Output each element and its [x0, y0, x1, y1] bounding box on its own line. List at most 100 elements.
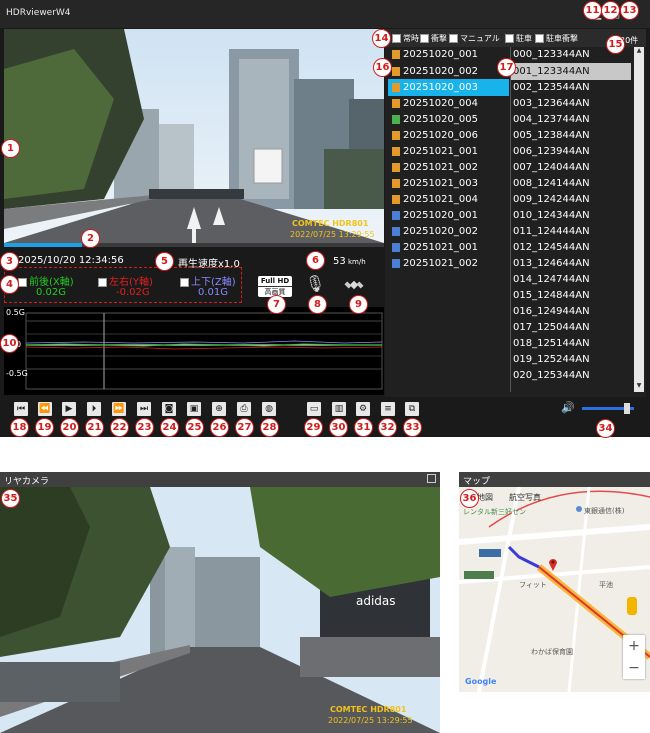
file-item-label: 20251021_003 — [403, 178, 478, 189]
clip-item[interactable]: 003_123644AN — [511, 95, 631, 112]
clip-item[interactable]: 008_124144AN — [511, 175, 631, 192]
callout-18: 18 — [10, 418, 29, 437]
callout-29: 29 — [304, 418, 323, 437]
zoom-in-button[interactable]: + — [623, 635, 645, 657]
map-view[interactable]: 地図 航空写真 レンタル新三好セン 東銀通信(株) フィット 平池 わかば保育園… — [459, 487, 650, 692]
clip-item-selected[interactable]: 001_123344AN — [511, 63, 631, 80]
rear-camera-titlebar: リヤカメラ — [0, 472, 440, 487]
filter-normal[interactable]: 常時 — [392, 33, 419, 44]
filter-manual[interactable]: マニュアル — [449, 33, 500, 44]
clip-item[interactable]: 002_123544AN — [511, 79, 631, 96]
file-item-label: 20251020_001 — [403, 49, 478, 60]
checkbox-icon[interactable] — [449, 34, 458, 43]
filter-parking[interactable]: 駐車 — [505, 33, 532, 44]
zoom-out-button[interactable]: − — [623, 657, 645, 679]
checkbox-icon[interactable] — [180, 277, 189, 287]
expand-icon[interactable] — [427, 474, 436, 483]
microphone-icon[interactable]: 🎙 — [304, 274, 326, 296]
scroll-down-icon[interactable]: ▼ — [634, 382, 644, 392]
volume-icon[interactable]: 🔊 — [561, 401, 577, 415]
print-icon[interactable]: ⎙ — [237, 402, 251, 416]
callout-21: 21 — [85, 418, 104, 437]
file-item[interactable]: 20251021_003 — [388, 175, 509, 192]
rear-camera-video[interactable]: adidas COMTEC HDR801 2022/07/25 13:29:55 — [0, 487, 440, 733]
file-list-scrollbar[interactable]: ▲ ▼ — [634, 47, 644, 392]
csv-export-icon[interactable]: ≡ — [381, 402, 395, 416]
gsensor-graph[interactable]: 0.5G 0 -0.5G — [4, 307, 384, 395]
clip-item[interactable]: 014_124744AN — [511, 271, 631, 288]
clip-item[interactable]: 018_125144AN — [511, 335, 631, 352]
checkbox-icon[interactable] — [18, 277, 27, 287]
clip-item[interactable]: 015_124844AN — [511, 287, 631, 304]
clip-item[interactable]: 016_124944AN — [511, 303, 631, 320]
file-icon — [392, 130, 400, 140]
window-mode-icon[interactable]: ⧉ — [405, 402, 419, 416]
gsensor-y[interactable]: 左右(Y軸) — [98, 273, 153, 288]
globe-icon[interactable]: ◍ — [262, 402, 276, 416]
settings-icon[interactable]: ⚙ — [356, 402, 370, 416]
map-zoom-controls: + − — [623, 635, 645, 679]
snapshot-icon[interactable]: ◙ — [162, 402, 176, 416]
file-item[interactable]: 20251020_001 — [388, 207, 509, 224]
file-item[interactable]: 20251020_001 — [388, 46, 509, 63]
callout-28: 28 — [260, 418, 279, 437]
callout-14: 14 — [372, 29, 391, 48]
clip-item[interactable]: 009_124244AN — [511, 191, 631, 208]
file-item-selected[interactable]: 20251020_003 — [388, 79, 509, 96]
map-tab-satellite[interactable]: 航空写真 — [509, 492, 541, 503]
clip-item[interactable]: 010_124344AN — [511, 207, 631, 224]
play-icon[interactable]: ▶ — [62, 402, 76, 416]
scroll-up-icon[interactable]: ▲ — [634, 47, 644, 57]
rewind-icon[interactable]: ⏪ — [38, 402, 52, 416]
skip-start-icon[interactable]: ⏮ — [14, 402, 28, 416]
gsensor-x[interactable]: 前後(X軸) — [18, 273, 74, 288]
clip-item[interactable]: 020_125344AN — [511, 367, 631, 384]
zoom-icon[interactable]: ⊕ — [212, 402, 226, 416]
delete-icon[interactable]: ▥ — [332, 402, 346, 416]
clip-item[interactable]: 012_124544AN — [511, 239, 631, 256]
clip-item[interactable]: 019_125244AN — [511, 351, 631, 368]
file-item[interactable]: 20251021_004 — [388, 191, 509, 208]
map-tab-map[interactable]: 地図 — [477, 492, 493, 503]
clip-item[interactable]: 006_123944AN — [511, 143, 631, 160]
gsensor-z[interactable]: 上下(Z軸) — [180, 273, 236, 288]
gsensor-y-value: -0.02G — [116, 287, 150, 298]
file-item[interactable]: 20251021_002 — [388, 255, 509, 272]
callout-11: 11 — [583, 1, 602, 20]
checkbox-icon[interactable] — [392, 34, 401, 43]
skip-end-icon[interactable]: ⏭ — [137, 402, 151, 416]
fast-forward-icon[interactable]: ⏩ — [112, 402, 126, 416]
file-item[interactable]: 20251020_006 — [388, 127, 509, 144]
clip-item[interactable]: 017_125044AN — [511, 319, 631, 336]
folder-icon[interactable]: ▭ — [307, 402, 321, 416]
clip-item[interactable]: 005_123844AN — [511, 127, 631, 144]
clip-item[interactable]: 004_123744AN — [511, 111, 631, 128]
volume-slider-handle[interactable] — [624, 403, 630, 414]
file-icon — [392, 194, 400, 204]
checkbox-icon[interactable] — [98, 277, 107, 287]
frame-step-icon[interactable]: ⏵ — [87, 402, 101, 416]
file-item[interactable]: 20251020_002 — [388, 63, 509, 80]
street-view-icon[interactable] — [627, 597, 637, 615]
video-export-icon[interactable]: ▣ — [187, 402, 201, 416]
file-item[interactable]: 20251021_002 — [388, 159, 509, 176]
file-item[interactable]: 20251021_001 — [388, 239, 509, 256]
filter-impact[interactable]: 衝撃 — [420, 33, 447, 44]
gsensor-z-value: 0.01G — [198, 287, 229, 298]
filter-parking-impact[interactable]: 駐車衝撃 — [535, 33, 578, 44]
clip-item[interactable]: 011_124444AN — [511, 223, 631, 240]
callout-16: 16 — [373, 58, 392, 77]
file-item[interactable]: 20251020_002 — [388, 223, 509, 240]
file-item[interactable]: 20251021_001 — [388, 143, 509, 160]
checkbox-icon[interactable] — [535, 34, 544, 43]
full-hd-label: Full HD — [260, 277, 290, 285]
file-item[interactable]: 20251020_005 — [388, 111, 509, 128]
filter-manual-label: マニュアル — [460, 34, 500, 43]
clip-item[interactable]: 007_124044AN — [511, 159, 631, 176]
google-logo: Google — [465, 677, 497, 686]
checkbox-icon[interactable] — [505, 34, 514, 43]
clip-item[interactable]: 013_124644AN — [511, 255, 631, 272]
front-camera-video[interactable]: COMTEC HDR801 2022/07/25 13:29:55 — [4, 29, 384, 243]
file-item[interactable]: 20251020_004 — [388, 95, 509, 112]
checkbox-icon[interactable] — [420, 34, 429, 43]
